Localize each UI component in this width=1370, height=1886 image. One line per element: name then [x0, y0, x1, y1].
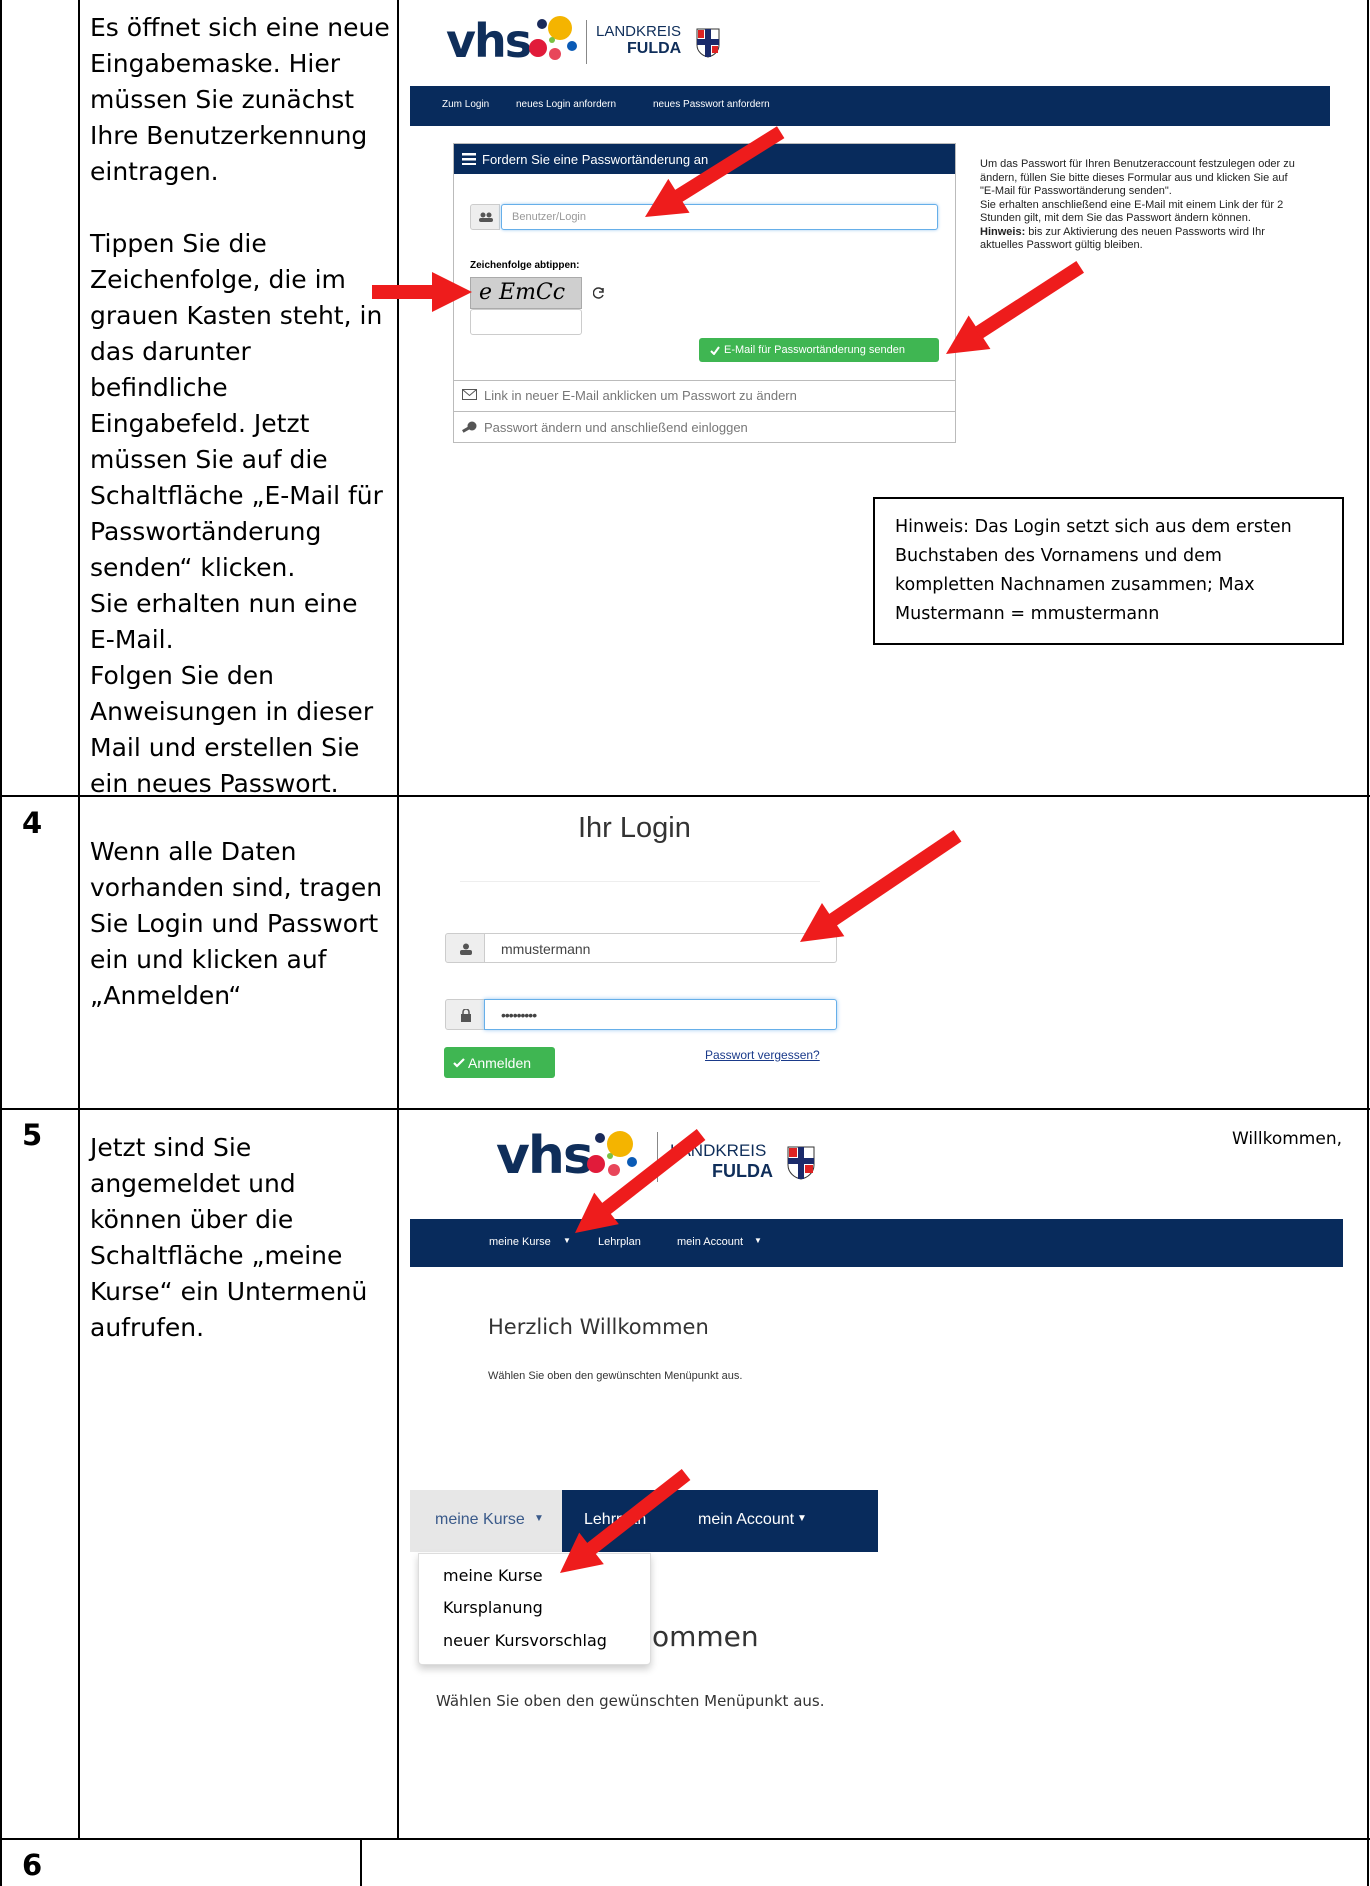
logo-separator [586, 20, 587, 64]
nav2-lehrplan[interactable]: Lehrplan [584, 1511, 646, 1529]
user-login-placeholder: Benutzer/Login [512, 211, 586, 223]
send-email-label: E-Mail für Passwortänderung senden [724, 344, 905, 356]
panel-step3: Passwort ändern und anschließend einlogg… [484, 420, 748, 435]
users-icon [479, 212, 493, 222]
welcome-subtext: Wählen Sie oben den gewünschten Menüpunk… [488, 1370, 743, 1382]
login-username-input[interactable]: mmustermann [484, 933, 837, 963]
logo-fulda-2: FULDA [712, 1161, 773, 1181]
user-icon [460, 943, 472, 955]
vhs-logo-dots-2 [587, 1131, 637, 1176]
panel-step2: Link in neuer E-Mail anklicken um Passwo… [484, 388, 797, 403]
nav2-mein-account[interactable]: mein Account [698, 1511, 794, 1529]
arrow-to-login-input [788, 829, 962, 959]
nav-neues-login[interactable]: neues Login anfordern [516, 99, 616, 110]
login-user-addon [445, 933, 485, 963]
row6-number: 6 [22, 1848, 43, 1882]
envelope-icon [462, 389, 477, 400]
row5-navbar: meine Kurse ▼ Lehrplan mein Account ▼ [410, 1219, 1343, 1267]
row4-heading-rule [460, 881, 820, 882]
nav2-meine-kurse[interactable]: meine Kurse [435, 1511, 525, 1529]
captcha-image: e EmCc [470, 277, 582, 309]
key-icon [462, 421, 477, 433]
table-row-divider-4-5 [0, 1108, 1370, 1110]
panel-divider-1 [454, 380, 955, 381]
logo-fulda: FULDA [627, 40, 682, 57]
welcome-heading-partial: ommen [652, 1620, 759, 1653]
panel-divider-2 [454, 411, 955, 412]
table-border-left [0, 0, 2, 1886]
side-description: Um das Passwort für Ihren Benutzeraccoun… [980, 158, 1300, 253]
send-email-button[interactable]: E-Mail für Passwortänderung senden [699, 338, 939, 362]
row4-login-heading: Ihr Login [578, 812, 691, 844]
row5-number: 5 [22, 1118, 43, 1152]
arrow-to-send-button [935, 260, 1084, 371]
caret-down-icon: ▼ [754, 1236, 762, 1245]
welcome-subtext-2: Wählen Sie oben den gewünschten Menüpunk… [436, 1692, 825, 1710]
row5-instruction: Jetzt sind Sie angemeldet und können übe… [90, 1133, 368, 1342]
table-border-col2 [397, 0, 399, 1838]
dropdown-item-kursplanung[interactable]: Kursplanung [443, 1598, 543, 1617]
check-icon [710, 346, 720, 355]
user-icon-addon [470, 204, 500, 230]
login-hint-box: Hinweis: Das Login setzt sich aus dem er… [873, 497, 1344, 645]
nav-mein-account[interactable]: mein Account [677, 1236, 743, 1248]
welcome-heading: Herzlich Willkommen [488, 1315, 709, 1339]
refresh-icon[interactable] [593, 287, 605, 299]
lock-icon [461, 1009, 471, 1022]
vhs-logo: vhs [446, 14, 532, 68]
login-password-value: ••••••••• [501, 1007, 537, 1023]
table-border-right [1367, 0, 1369, 1886]
vhs-logo-2: vhs [496, 1126, 594, 1186]
table-border-col1 [78, 0, 80, 1838]
forgot-password-link[interactable]: Passwort vergessen? [705, 1048, 820, 1062]
logo-separator-2 [657, 1132, 658, 1182]
side-hint-label: Hinweis: [980, 225, 1026, 238]
captcha-input[interactable] [470, 309, 582, 335]
coat-of-arms-icon [696, 28, 720, 58]
login-password-addon [445, 999, 485, 1030]
caret-down-icon: ▼ [563, 1236, 571, 1245]
caret-down-icon: ▼ [797, 1513, 807, 1524]
side-text: Um das Passwort für Ihren Benutzeraccoun… [980, 158, 1295, 224]
logo-landkreis-2: LANDKREIS [670, 1141, 767, 1160]
anmelden-label: Anmelden [468, 1055, 532, 1071]
row5-navbar-zoom: meine Kurse ▼ Lehrplan mein Account ▼ [410, 1490, 878, 1552]
coat-of-arms-icon-2 [787, 1146, 815, 1180]
dropdown-item-meine-kurse[interactable]: meine Kurse [443, 1566, 543, 1585]
table-border-col2-row6 [360, 1838, 362, 1886]
caret-down-icon: ▼ [534, 1513, 544, 1524]
row4-instruction: Wenn alle Daten vorhanden sind, tragen S… [90, 837, 383, 1010]
dropdown-item-kursvorschlag[interactable]: neuer Kursvorschlag [443, 1631, 607, 1650]
nav-lehrplan[interactable]: Lehrplan [598, 1236, 641, 1248]
nav-neues-passwort[interactable]: neues Passwort anfordern [653, 99, 770, 110]
nav-zum-login[interactable]: Zum Login [442, 99, 489, 110]
user-login-input[interactable]: Benutzer/Login [501, 204, 938, 230]
row3-instruction: Es öffnet sich eine neue Eingabemaske. H… [90, 13, 390, 798]
menu-icon [462, 153, 476, 165]
table-row-divider-5-6 [0, 1838, 1370, 1840]
welcome-top: Willkommen, [1232, 1129, 1343, 1149]
anmelden-button[interactable]: Anmelden [444, 1047, 555, 1078]
check-icon [453, 1058, 465, 1068]
captcha-label: Zeichenfolge abtippen: [470, 260, 580, 271]
login-password-input[interactable]: ••••••••• [484, 999, 837, 1030]
vhs-logo-dots [529, 16, 577, 60]
panel-title: Fordern Sie eine Passwortänderung an [482, 152, 709, 167]
row4-number: 4 [22, 806, 43, 840]
nav-meine-kurse[interactable]: meine Kurse [489, 1236, 551, 1248]
logo-landkreis: LANDKREIS [596, 23, 682, 40]
row3-navbar: Zum Login neues Login anfordern neues Pa… [410, 86, 1330, 126]
login-username-value: mmustermann [501, 941, 591, 957]
panel-header: Fordern Sie eine Passwortänderung an [454, 144, 955, 174]
